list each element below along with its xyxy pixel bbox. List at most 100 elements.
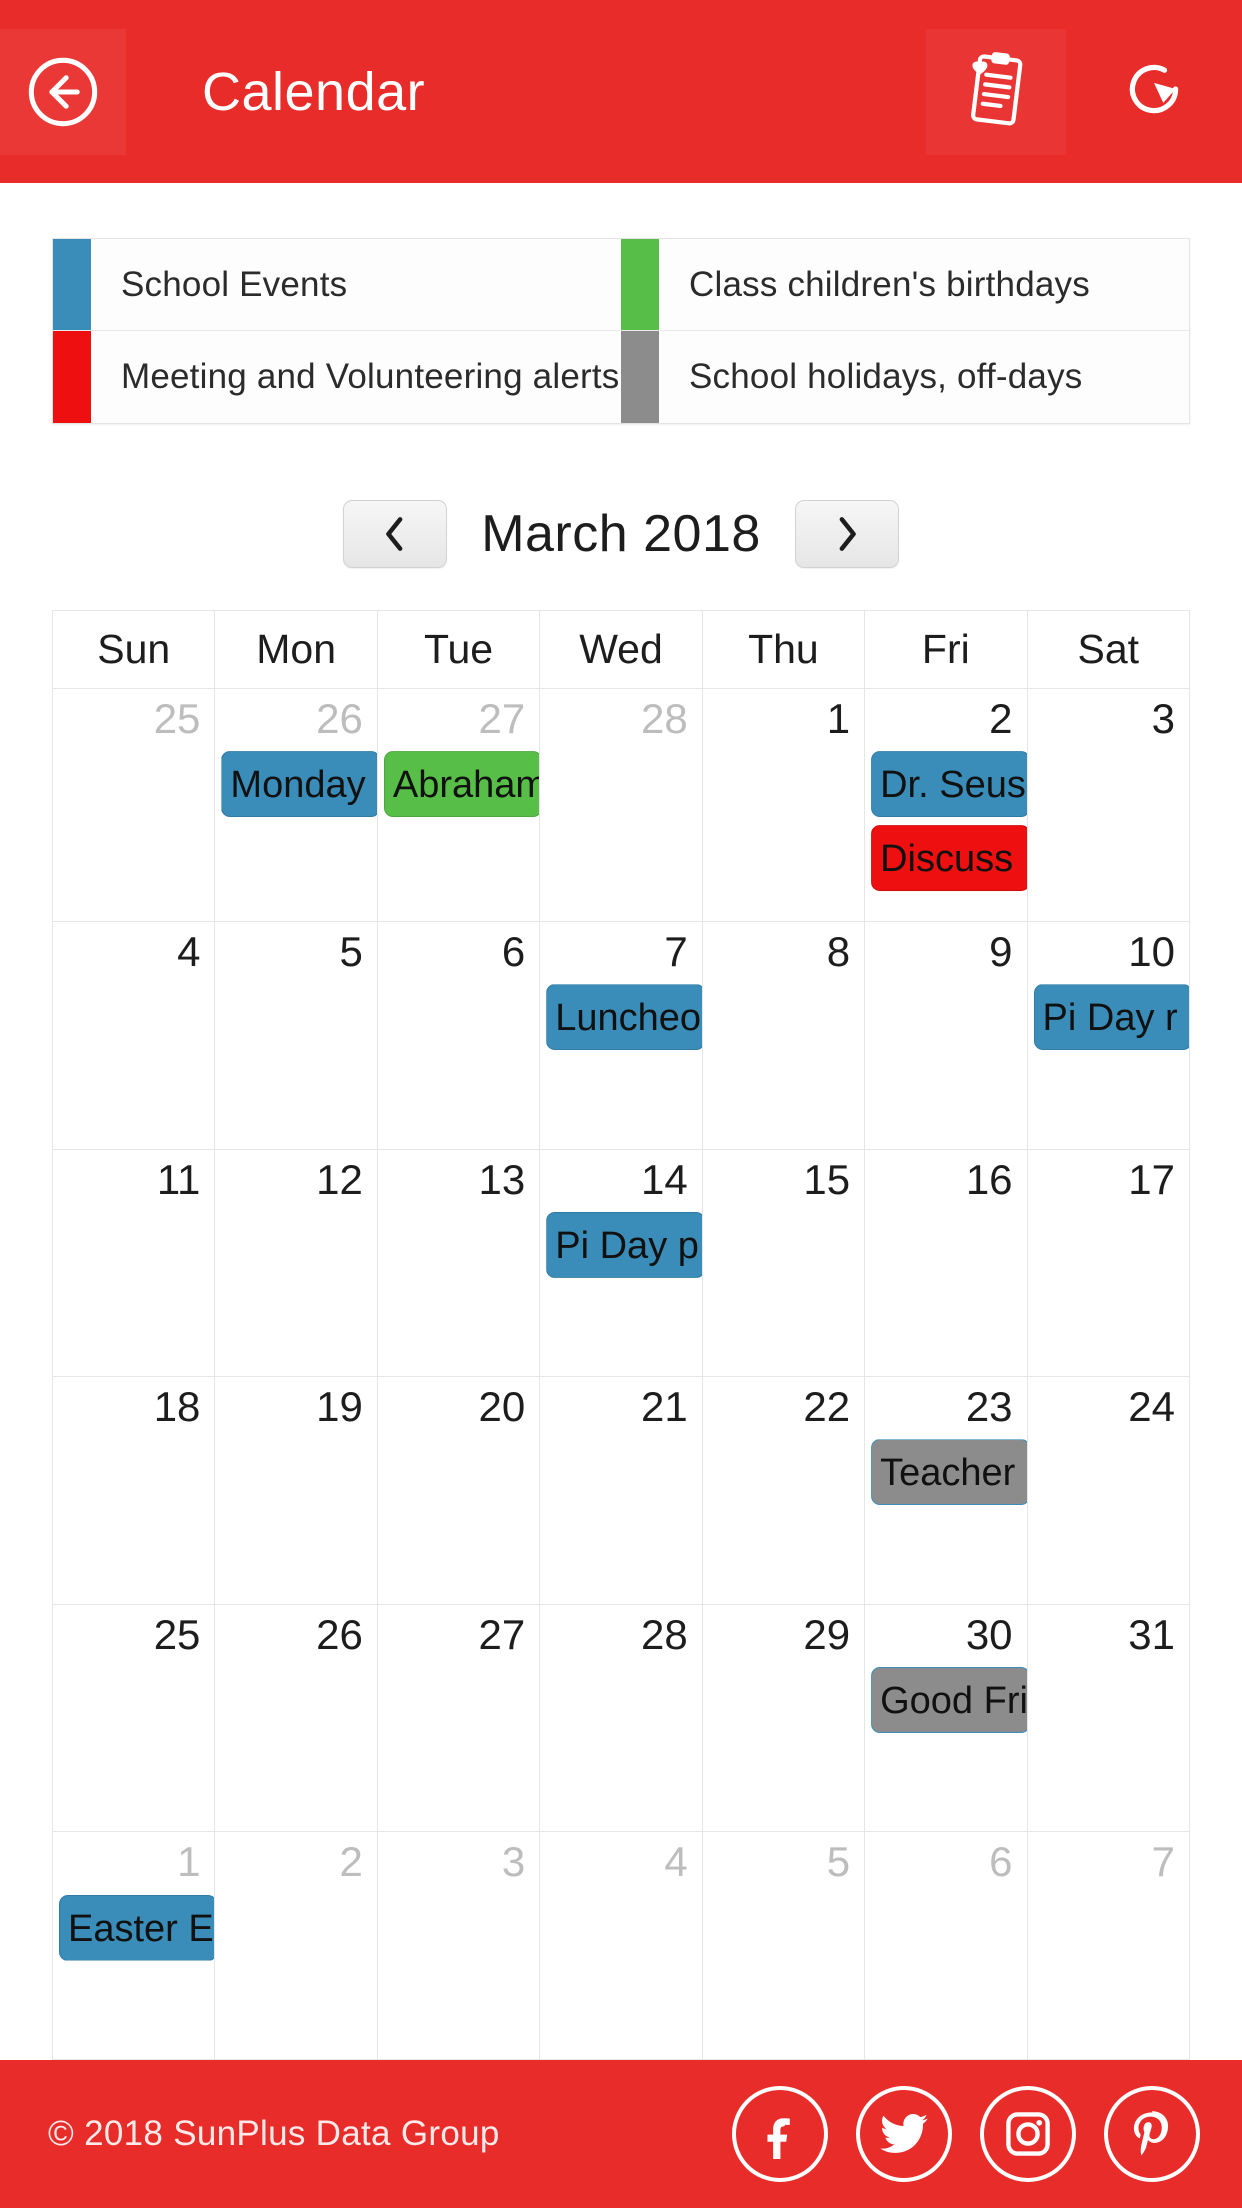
calendar-day-cell[interactable]: 27 [376, 1603, 541, 1833]
legend-label: School holidays, off-days [689, 357, 1083, 396]
refresh-button[interactable] [1084, 29, 1224, 155]
calendar-day-cell[interactable]: 26 Monday [214, 687, 378, 923]
calendar-event[interactable]: Good Fri [871, 1666, 1027, 1733]
calendar-event[interactable]: Abraham [383, 751, 539, 818]
calendar-day-cell[interactable]: 13 [376, 1148, 541, 1378]
calendar-day-cell[interactable]: 28 [539, 1603, 703, 1833]
day-number: 8 [826, 928, 851, 976]
calendar-day-cell[interactable]: 20 [376, 1376, 541, 1605]
calendar-event[interactable]: Discuss [871, 825, 1027, 892]
calendar-day-cell[interactable]: 3 [1026, 687, 1191, 923]
day-number: 20 [478, 1383, 526, 1431]
day-number: 5 [826, 1838, 851, 1886]
day-number: 3 [501, 1838, 526, 1886]
calendar-day-cell[interactable]: 19 [214, 1376, 378, 1605]
day-number: 31 [1128, 1610, 1175, 1658]
calendar-day-cell[interactable]: 30 Good Fri [864, 1603, 1028, 1833]
calendar-day-cell[interactable]: 6 [376, 921, 541, 1150]
calendar-screen: Calendar School Events Class children's … [0, 0, 1242, 2208]
calendar-day-cell[interactable]: 17 [1026, 1148, 1191, 1378]
calendar-day-cell[interactable]: 31 [1026, 1603, 1191, 1833]
calendar-day-cell[interactable]: 5 [214, 921, 378, 1150]
twitter-link[interactable] [856, 2086, 952, 2182]
calendar-day-cell[interactable]: 18 [51, 1376, 216, 1605]
calendar-day-cell[interactable]: 24 [1026, 1376, 1191, 1605]
weekday-header-row: Sun Mon Tue Wed Thu Fri Sat [51, 610, 1191, 689]
pinterest-icon [1127, 2109, 1177, 2159]
twitter-icon [878, 2108, 930, 2160]
calendar-day-cell[interactable]: 15 [701, 1148, 866, 1378]
day-number: 10 [1128, 928, 1175, 976]
calendar-event[interactable]: Luncheon [546, 984, 702, 1051]
instagram-link[interactable] [980, 2086, 1076, 2182]
day-number: 27 [478, 1610, 526, 1658]
day-number: 19 [316, 1383, 363, 1431]
calendar-day-cell[interactable]: 26 [214, 1603, 378, 1833]
calendar-day-cell[interactable]: 7 Luncheon [539, 921, 703, 1150]
day-events: Dr. Seuss Discuss [871, 751, 1027, 892]
clipboard-heart-icon [960, 50, 1032, 133]
calendar-day-cell[interactable]: 10 Pi Day r [1026, 921, 1191, 1150]
calendar-day-cell[interactable]: 4 [539, 1831, 703, 2060]
back-button[interactable] [0, 28, 126, 155]
calendar-day-cell[interactable]: 16 [864, 1148, 1028, 1378]
calendar-day-cell[interactable]: 7 [1026, 1831, 1191, 2060]
calendar-event[interactable]: Dr. Seuss [871, 751, 1027, 818]
calendar-day-cell[interactable]: 2 Dr. Seuss Discuss [864, 687, 1028, 923]
day-number: 21 [640, 1383, 688, 1431]
calendar-event[interactable]: Pi Day p [546, 1211, 702, 1278]
calendar-day-cell[interactable]: 29 [701, 1603, 866, 1833]
legend-label: Class children's birthdays [689, 264, 1090, 304]
calendar-day-cell[interactable]: 21 [539, 1376, 703, 1605]
calendar-day-cell[interactable]: 1 [701, 687, 866, 923]
calendar-day-cell[interactable]: 25 [51, 1603, 216, 1833]
next-month-button[interactable] [794, 500, 899, 568]
calendar-day-cell[interactable]: 28 [539, 687, 703, 923]
day-number: 3 [1151, 695, 1175, 742]
legend-label: Meeting and Volunteering alerts [121, 357, 620, 396]
calendar-day-cell[interactable]: 8 [701, 921, 866, 1150]
calendar-day-cell[interactable]: 1 Easter E [51, 1831, 216, 2060]
pinterest-link[interactable] [1104, 2086, 1200, 2182]
calendar-day-cell[interactable]: 2 [214, 1831, 378, 2060]
calendar-event[interactable]: Monday [221, 751, 377, 818]
calendar-day-cell[interactable]: 25 [51, 687, 216, 923]
legend-section: School Events Class children's birthdays… [0, 183, 1242, 424]
weekday-mon: Mon [214, 610, 378, 689]
day-number: 28 [640, 1610, 688, 1658]
calendar-week-row: 25 26 27 28 29 30 Good Fri 31 [51, 1603, 1191, 1833]
day-events: Pi Day p [546, 1211, 702, 1278]
calendar-day-cell[interactable]: 23 Teacher [864, 1376, 1028, 1605]
facebook-link[interactable] [732, 2086, 828, 2182]
day-number: 13 [478, 1155, 526, 1203]
calendar-event[interactable]: Easter E [59, 1894, 214, 1961]
back-arrow-circle-icon [25, 54, 101, 130]
day-events: Easter E [59, 1894, 214, 1961]
day-number: 22 [803, 1383, 851, 1431]
notes-button[interactable] [926, 28, 1066, 155]
calendar-day-cell[interactable]: 27 Abraham [376, 687, 541, 923]
calendar-day-cell[interactable]: 4 [51, 921, 216, 1150]
calendar-day-cell[interactable]: 9 [864, 921, 1028, 1150]
calendar-container: Sun Mon Tue Wed Thu Fri Sat 25 26 Monday 27… [0, 610, 1242, 2060]
calendar-event[interactable]: Pi Day r [1033, 984, 1189, 1051]
day-number: 18 [153, 1383, 201, 1431]
day-number: 15 [803, 1155, 851, 1203]
day-number: 25 [153, 695, 201, 742]
legend-item-school-events: School Events [53, 239, 621, 331]
calendar-day-cell[interactable]: 6 [864, 1831, 1028, 2060]
facebook-icon [755, 2109, 805, 2159]
calendar-day-cell[interactable]: 11 [51, 1148, 216, 1378]
chevron-right-icon [832, 515, 862, 553]
day-number: 26 [316, 695, 363, 742]
calendar-day-cell[interactable]: 14 Pi Day p [539, 1148, 703, 1378]
weekday-thu: Thu [701, 610, 866, 689]
day-events: Pi Day r [1033, 984, 1189, 1051]
calendar-day-cell[interactable]: 22 [701, 1376, 866, 1605]
calendar-event[interactable]: Teacher [871, 1439, 1027, 1506]
previous-month-button[interactable] [343, 500, 448, 568]
calendar-grid: Sun Mon Tue Wed Thu Fri Sat 25 26 Monday 27… [51, 610, 1191, 2060]
calendar-day-cell[interactable]: 5 [701, 1831, 866, 2060]
calendar-day-cell[interactable]: 12 [214, 1148, 378, 1378]
calendar-day-cell[interactable]: 3 [376, 1831, 541, 2060]
